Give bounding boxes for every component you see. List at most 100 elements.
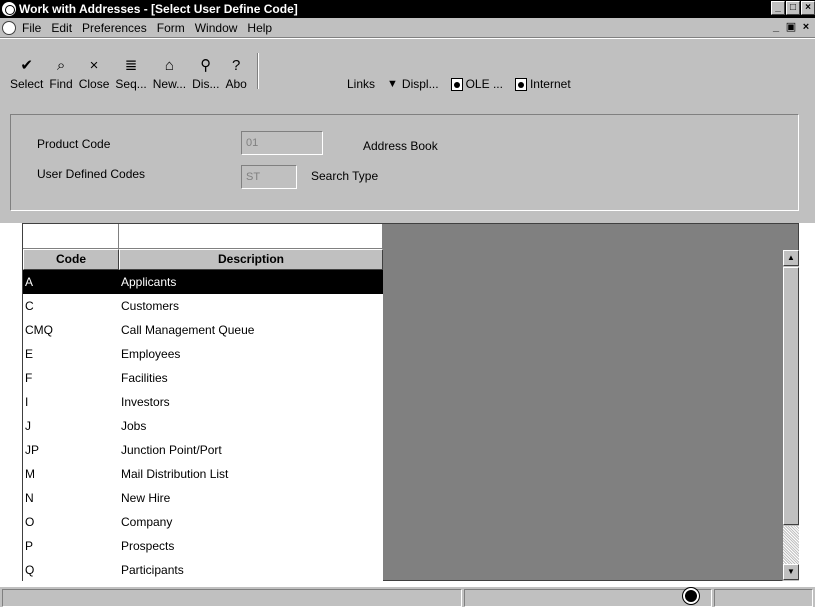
about-button[interactable]: ? Abo [225,56,246,91]
table-row[interactable]: JP Junction Point/Port [23,438,383,462]
menu-window[interactable]: Window [195,21,238,35]
code-cell: A [25,275,34,289]
form-group-box: Product Code 01 Address Book User Define… [10,114,799,211]
display-button[interactable]: ⚲ Dis... [192,56,219,91]
display-menu-label: Displ... [401,77,439,91]
find-button-label: Find [49,77,73,91]
close-button-label: Close [78,77,110,91]
user-defined-codes-description: Search Type [311,169,379,183]
find-icon: ⌕ [56,57,66,74]
ole-link[interactable]: OLE ... [450,77,503,91]
table-row[interactable]: I Investors [23,390,383,414]
table-row[interactable]: E Employees [23,342,383,366]
table-row[interactable]: F Facilities [23,366,383,390]
table-row[interactable]: P Prospects [23,534,383,558]
internet-icon [514,77,527,91]
menu-file[interactable]: File [22,21,41,35]
code-cell: I [25,395,29,409]
table-row[interactable]: C Customers [23,294,383,318]
column-header-description[interactable]: Description [119,249,383,270]
grid-body: A Applicants C Customers CMQ Call Managemen… [23,270,383,582]
code-cell: N [25,491,34,505]
scroll-down-icon[interactable]: ▼ [783,564,799,580]
menu-edit[interactable]: Edit [51,21,72,35]
display-icon: ⚲ [200,57,212,74]
doc-restore-button[interactable]: ▣ [784,21,798,34]
code-cell: Q [25,563,35,577]
minimize-button[interactable]: _ [771,1,785,15]
description-cell: New Hire [121,491,171,505]
internet-link-label: Internet [529,77,571,91]
new-button-label: New... [152,77,187,91]
toolbar-separator [256,53,259,89]
maximize-button[interactable]: □ [786,1,800,15]
user-defined-codes-field[interactable]: ST [241,165,297,189]
title-bar: Work with Addresses - [Select User Defin… [0,0,815,18]
status-pane-secondary [464,589,712,607]
description-cell: Investors [121,395,170,409]
ole-link-label: OLE ... [465,77,503,91]
menu-form[interactable]: Form [157,21,185,35]
user-defined-codes-label: User Defined Codes [37,167,146,181]
scrollbar-thumb[interactable] [783,267,799,525]
table-row[interactable]: O Company [23,510,383,534]
document-window-controls: _ ▣ × [769,21,813,34]
links-label: Links [347,77,376,91]
scroll-up-icon[interactable]: ▲ [783,250,799,266]
description-cell: Participants [121,563,184,577]
about-button-label: Abo [225,77,247,91]
table-row[interactable]: A Applicants [23,270,383,294]
select-button[interactable]: ✔ Select [10,56,43,91]
table-row[interactable]: M Mail Distribution List [23,462,383,486]
description-cell: Applicants [121,275,177,289]
document-icon[interactable] [2,20,16,35]
find-button[interactable]: ⌕ Find [49,56,72,91]
qbe-code-input[interactable] [23,224,119,249]
internet-link[interactable]: Internet [514,77,571,91]
code-cell: JP [25,443,40,457]
table-row[interactable]: Q Participants [23,558,383,582]
app-globe-icon[interactable] [2,2,16,16]
toolbar: ✔ Select ⌕ Find × Close ≣ Seq... ⌂ New..… [0,38,815,100]
product-code-field[interactable]: 01 [241,131,323,155]
about-icon: ? [231,57,241,74]
links-bar: Links ▼ Displ... OLE ... Internet [347,76,583,92]
window-controls: _ □ × [771,1,815,15]
toolbar-buttons: ✔ Select ⌕ Find × Close ≣ Seq... ⌂ New..… [10,51,263,91]
codes-grid: Code Description A Applicants C Customers … [22,223,799,582]
menu-help[interactable]: Help [247,21,272,35]
column-header-code[interactable]: Code [23,249,119,270]
close-icon: × [89,57,99,74]
doc-close-button[interactable]: × [799,21,813,34]
code-cell: P [25,539,34,553]
table-row[interactable]: N New Hire [23,486,383,510]
window-title: Work with Addresses - [Select User Defin… [19,2,298,16]
menu-bar: File Edit Preferences Form Window Help _… [0,18,815,38]
status-bar [0,586,815,607]
close-window-button[interactable]: × [801,1,815,15]
form-header: Product Code 01 Address Book User Define… [0,100,815,223]
close-button[interactable]: × Close [79,56,110,91]
code-cell: CMQ [25,323,53,337]
doc-minimize-button[interactable]: _ [769,21,783,34]
product-code-label: Product Code [37,137,111,151]
vertical-scrollbar[interactable]: ▲ ▼ [782,250,799,581]
new-button[interactable]: ⌂ New... [153,56,186,91]
menu-preferences[interactable]: Preferences [82,21,147,35]
select-button-label: Select [10,77,44,91]
sequence-icon: ≣ [124,57,138,74]
dropdown-arrow-icon: ▼ [387,78,398,90]
scrollbar-track[interactable] [783,526,799,564]
sequence-button[interactable]: ≣ Seq... [115,56,146,91]
code-cell: F [25,371,33,385]
table-row[interactable]: J Jobs [23,414,383,438]
description-cell: Employees [121,347,181,361]
query-by-example-row [23,224,383,249]
globe-icon [682,587,700,605]
table-row[interactable]: CMQ Call Management Queue [23,318,383,342]
description-cell: Jobs [121,419,147,433]
qbe-description-input[interactable] [119,224,383,249]
display-menu[interactable]: ▼ Displ... [387,77,439,91]
code-cell: C [25,299,34,313]
code-cell: M [25,467,35,481]
